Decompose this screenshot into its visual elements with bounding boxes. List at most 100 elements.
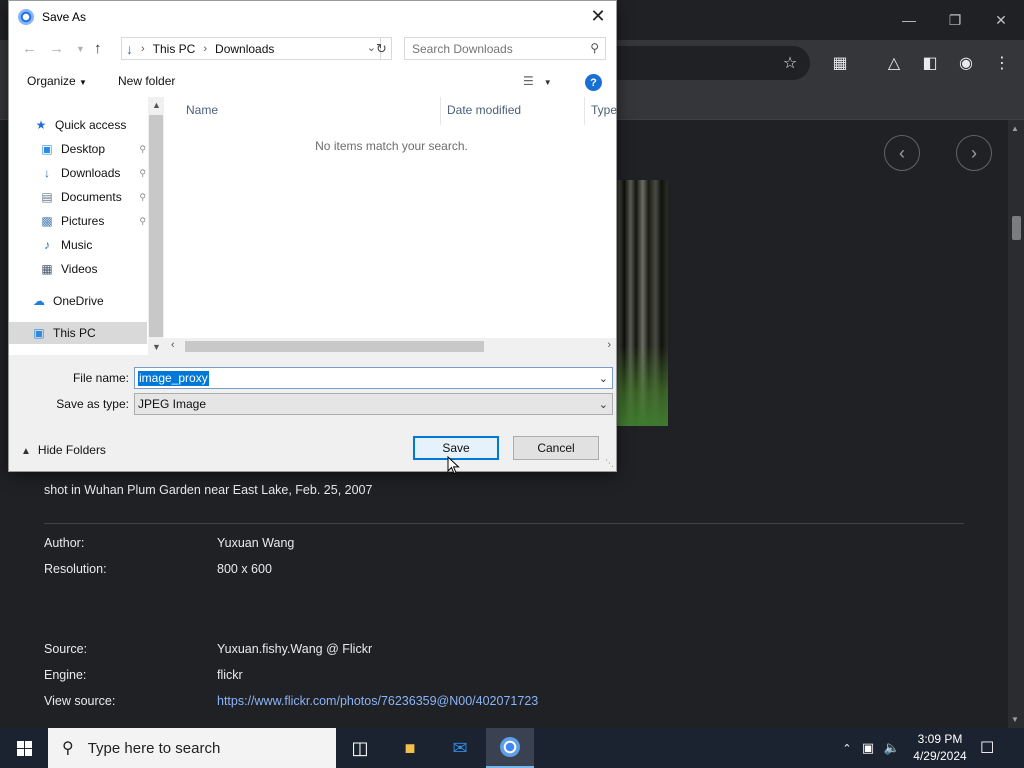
breadcrumb-separator-icon[interactable]: › (141, 43, 145, 55)
column-header-type[interactable]: Type (591, 103, 617, 117)
scroll-left-icon[interactable]: ‹ (171, 339, 175, 351)
view-list-icon: ☰ (523, 74, 534, 88)
task-view-button[interactable]: ◫ (336, 728, 384, 768)
new-folder-button[interactable]: New folder (118, 74, 175, 88)
page-scrollbar[interactable]: ▲ ▼ (1008, 120, 1024, 728)
chevron-down-icon: ⌄ (598, 399, 608, 411)
chevron-up-icon[interactable]: ⌃ (838, 742, 856, 755)
dialog-footer: File name: image_proxy ⌄ Save as type: J… (9, 355, 616, 471)
meta-value-resolution: 800 x 600 (217, 562, 272, 576)
column-separator[interactable] (440, 97, 441, 125)
search-input[interactable] (412, 41, 582, 56)
side-panel-icon[interactable]: ◧ (919, 52, 941, 74)
start-button[interactable] (0, 728, 48, 768)
nav-item-downloads[interactable]: ↓ Downloads ⚲ (39, 162, 148, 184)
forest-photo (612, 180, 668, 426)
view-options-button[interactable]: ☰ ▼ (523, 74, 552, 88)
hide-folders-button[interactable]: ▲ Hide Folders (21, 443, 106, 457)
file-name-field[interactable]: image_proxy ⌄ (134, 367, 613, 389)
view-source-link[interactable]: https://www.flickr.com/photos/76236359@N… (217, 694, 538, 708)
column-header-name[interactable]: Name (186, 103, 218, 117)
refresh-icon: ↻ (376, 40, 387, 56)
extensions-icon[interactable]: ▦ (829, 52, 851, 74)
close-icon: ✕ (590, 5, 606, 26)
nav-item-label: Music (61, 238, 93, 252)
address-row: ← → ▼ ↑ ↓ › This PC › Downloads ⌄ ↻ ⚲ (9, 35, 616, 63)
file-explorer-button[interactable]: ■ (386, 728, 434, 768)
close-window-icon[interactable]: ✕ (978, 0, 1024, 40)
nav-pane-scrollbar[interactable]: ▲ ▼ (148, 97, 164, 355)
menu-kebab-icon[interactable]: ⋮ (991, 52, 1013, 74)
chrome-taskbar-button[interactable] (486, 728, 534, 768)
resize-grip-icon[interactable]: ⋱ (605, 458, 614, 469)
save-as-type-value: JPEG Image (138, 397, 207, 411)
taskbar-search-box[interactable]: ⚲ Type here to search (48, 728, 336, 768)
organize-button[interactable]: Organize ▼ (27, 74, 87, 88)
breadcrumb-separator-icon[interactable]: › (203, 43, 207, 55)
column-separator[interactable] (584, 97, 585, 125)
chevron-down-icon: ▼ (543, 78, 552, 87)
nav-item-label: Downloads (61, 166, 121, 180)
file-list-h-scrollbar[interactable]: ‹ › (164, 338, 616, 355)
nav-item-documents[interactable]: ▤ Documents ⚲ (39, 186, 148, 208)
cancel-button[interactable]: Cancel (513, 436, 599, 460)
nav-item-label: OneDrive (53, 294, 104, 308)
nav-item-pictures[interactable]: ▩ Pictures ⚲ (39, 210, 148, 232)
close-dialog-button[interactable]: ✕ (584, 3, 612, 29)
volume-muted-icon[interactable]: 🔈 (880, 740, 904, 756)
nav-item-music[interactable]: ♪ Music (39, 234, 148, 256)
scroll-down-icon[interactable]: ▼ (1011, 715, 1019, 724)
restore-icon[interactable]: ❐ (932, 0, 978, 40)
nav-item-label: Quick access (55, 118, 127, 132)
help-button[interactable]: ? (585, 74, 602, 91)
star-icon: ★ (35, 118, 47, 132)
chevron-down-icon[interactable]: ⌄ (599, 372, 608, 385)
recent-locations-icon[interactable]: ▼ (76, 44, 85, 54)
prev-image-button[interactable]: ‹ (884, 135, 920, 171)
file-name-value[interactable]: image_proxy (138, 371, 209, 386)
search-box[interactable]: ⚲ (404, 37, 606, 60)
next-image-button[interactable]: › (956, 135, 992, 171)
bookmark-star-icon[interactable]: ☆ (779, 52, 801, 74)
nav-pane-scrollbar-thumb[interactable] (149, 115, 163, 337)
downloads-folder-icon: ↓ (126, 40, 133, 57)
pin-icon: ⚲ (139, 167, 146, 178)
windows-logo-icon (16, 740, 32, 756)
breadcrumb[interactable]: ↓ › This PC › Downloads ⌄ (121, 37, 381, 60)
scroll-up-icon[interactable]: ▲ (152, 100, 161, 110)
breadcrumb-downloads[interactable]: Downloads (215, 42, 274, 56)
notifications-icon[interactable]: ☐ (980, 738, 994, 758)
network-icon[interactable]: ▣ (856, 740, 880, 756)
taskbar-clock[interactable]: 3:09 PM 4/29/2024 (912, 731, 968, 765)
clock-date: 4/29/2024 (913, 749, 967, 763)
nav-item-videos[interactable]: ▦ Videos (39, 258, 148, 280)
nav-item-this-pc[interactable]: ▣ This PC (9, 322, 147, 344)
desktop-icon: ▣ (41, 142, 53, 156)
scroll-down-icon[interactable]: ▼ (152, 342, 161, 352)
pin-icon: ⚲ (139, 143, 146, 154)
organize-label: Organize (27, 74, 76, 88)
pin-icon: ⚲ (139, 191, 146, 202)
save-as-type-select[interactable]: JPEG Image ⌄ (134, 393, 613, 415)
up-folder-icon[interactable]: ↑ (94, 40, 102, 57)
save-as-dialog: Save As ✕ ← → ▼ ↑ ↓ › This PC › Download… (8, 0, 617, 472)
breadcrumb-this-pc[interactable]: This PC (153, 42, 196, 56)
scroll-up-icon[interactable]: ▲ (1011, 124, 1019, 133)
mail-button[interactable]: ✉ (436, 728, 484, 768)
profile-avatar-icon[interactable]: ◉ (955, 52, 977, 74)
refresh-button[interactable]: ↻ (372, 37, 392, 60)
column-header-date-modified[interactable]: Date modified (447, 103, 521, 117)
page-scrollbar-thumb[interactable] (1012, 216, 1021, 240)
nav-item-desktop[interactable]: ▣ Desktop ⚲ (39, 138, 148, 160)
forward-arrow-icon[interactable]: → (49, 40, 64, 57)
meta-label-engine: Engine: (44, 668, 87, 682)
meta-label-resolution: Resolution: (44, 562, 107, 576)
nav-item-onedrive[interactable]: ☁ OneDrive (31, 290, 148, 312)
minimize-icon[interactable]: — (886, 0, 932, 40)
labs-flask-icon[interactable]: △ (883, 52, 905, 74)
save-as-type-label: Save as type: (56, 397, 129, 411)
scroll-right-icon[interactable]: › (607, 339, 611, 351)
h-scrollbar-thumb[interactable] (185, 341, 484, 352)
back-arrow-icon[interactable]: ← (22, 40, 37, 57)
nav-item-quick-access[interactable]: ★ Quick access (33, 114, 148, 136)
